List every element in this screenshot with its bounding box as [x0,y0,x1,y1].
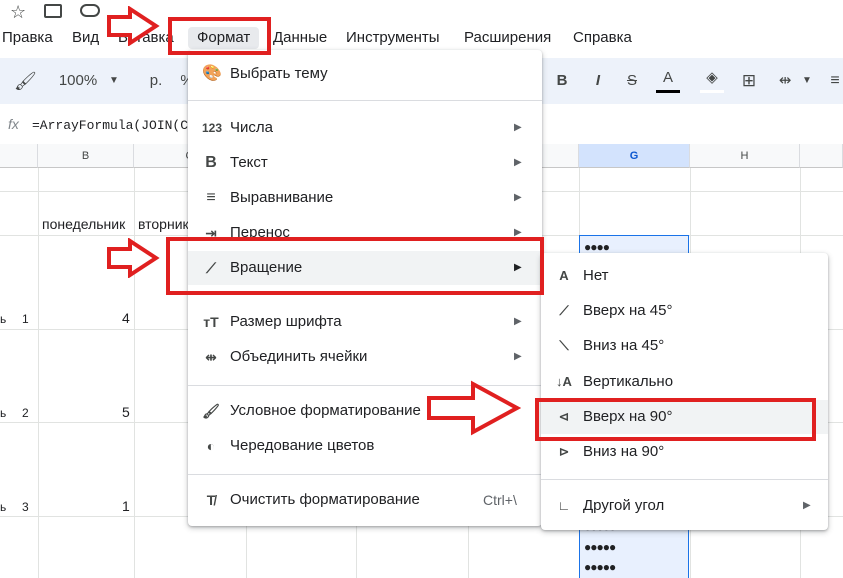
merge-cells-icon[interactable]: ⇹ [774,66,796,96]
bold-button[interactable]: B [552,66,572,96]
row-label: ь [0,406,7,420]
cell-value[interactable]: 1 [122,498,130,514]
annotation-box-rotate [166,237,544,295]
row-number: 1 [22,312,29,326]
rotate-vertical[interactable]: ↓A Вертикально [541,365,828,399]
rotate-custom[interactable]: ∟ Другой угол ▶ [541,489,828,523]
bold-icon: B [205,154,217,171]
cell-g-dots[interactable]: ●●●●● [584,560,616,574]
zoom-select[interactable]: 100% [50,66,106,96]
menu-item-clear[interactable]: T̸ Очистить форматирование Ctrl+\ [188,483,542,517]
borders-icon[interactable]: ⊞ [738,66,760,96]
column-header-i[interactable] [800,144,843,168]
merge-cells-icon: ⇹ [205,349,217,365]
paint-roller-icon: 🖌 [202,403,220,419]
column-header-g[interactable]: G [579,144,690,168]
cell-g-dots[interactable]: ●●●●● [584,540,616,554]
chevron-right-icon: ▶ [514,351,522,362]
cell-value[interactable]: 5 [122,404,130,420]
rotate-down-45[interactable]: ⟍ Вниз на 45° [541,329,828,363]
menu-item-font-size[interactable]: тT Размер шрифта ▶ [188,305,542,339]
currency-button[interactable]: р. [144,66,168,96]
chevron-right-icon: ▶ [803,500,811,511]
chevron-right-icon: ▶ [514,122,522,133]
vertical-stack-icon: ↓A [556,374,572,389]
paint-format-icon[interactable]: 🖌 [14,66,37,96]
row-number: 3 [22,500,29,514]
rotate-down-icon: ⊳ [558,444,570,459]
chevron-right-icon: ▶ [514,316,522,327]
strikethrough-button[interactable]: S [622,66,642,96]
numbers-icon: 123 [202,121,223,135]
menu-edit[interactable]: Правка [2,27,53,49]
menu-item-numbers[interactable]: 123 Числа ▶ [188,111,542,145]
menu-tools[interactable]: Инструменты [346,27,440,49]
cell-b-header[interactable]: понедельник [42,216,125,232]
tilt-down-icon: ⟍ [559,338,569,353]
rotate-none[interactable]: A Нет [541,259,828,293]
column-header-h[interactable]: H [690,144,800,168]
angle-icon: ∟ [557,498,571,513]
font-size-icon: тT [203,314,219,330]
chevron-right-icon: ▶ [514,192,522,203]
droplet-icon: ◐ [206,438,216,454]
move-to-folder-icon[interactable] [44,4,62,18]
row-label: ь [0,312,7,326]
annotation-arrow-icon [107,238,160,278]
rotate-submenu: A Нет ⟋ Вверх на 45° ⟍ Вниз на 45° ↓A Ве… [541,253,828,530]
annotation-arrow-icon [427,380,521,436]
column-header-a[interactable] [0,144,38,168]
cell-c-header[interactable]: вторник [138,216,189,232]
row-label: ь [0,500,7,514]
fill-color-icon[interactable]: ◈ [700,66,724,93]
align-left-icon: ≡ [206,189,216,206]
column-header-b[interactable]: B [38,144,134,168]
cell-g-dots[interactable]: ●●●● [584,240,610,254]
clear-format-icon: T̸ [206,492,216,508]
shortcut-label: Ctrl+\ [483,492,517,508]
italic-button[interactable]: I [588,66,608,96]
star-icon[interactable]: ☆ [10,2,26,23]
fx-icon: fx [8,116,19,132]
cloud-saved-icon[interactable] [80,4,100,17]
text-color-button[interactable]: A [656,66,680,93]
menu-data[interactable]: Данные [273,27,327,49]
menu-extensions[interactable]: Расширения [464,27,551,49]
cell-value[interactable]: 4 [122,310,130,326]
menu-item-theme[interactable]: 🎨 Выбрать тему [188,57,542,91]
chevron-right-icon: ▶ [514,157,522,168]
menu-item-text[interactable]: B Текст ▶ [188,146,542,180]
menu-help[interactable]: Справка [573,27,632,49]
tilt-up-icon: ⟋ [559,303,569,318]
align-icon[interactable]: ≡ [828,66,842,96]
menu-item-merge[interactable]: ⇹ Объединить ячейки ▶ [188,340,542,374]
palette-icon: 🎨 [202,65,222,82]
text-no-rotation-icon: A [559,268,569,283]
menu-view[interactable]: Вид [72,27,99,49]
row-number: 2 [22,406,29,420]
menu-item-align[interactable]: ≡ Выравнивание ▶ [188,181,542,215]
chevron-down-icon[interactable]: ▼ [800,66,814,96]
annotation-box-format [168,17,271,55]
annotation-box-up90 [535,398,816,441]
formula-input[interactable]: =ArrayFormula(JOIN(C [32,118,188,133]
chevron-down-icon[interactable]: ▼ [106,66,122,96]
rotate-up-45[interactable]: ⟋ Вверх на 45° [541,294,828,328]
annotation-arrow-icon [107,6,160,46]
